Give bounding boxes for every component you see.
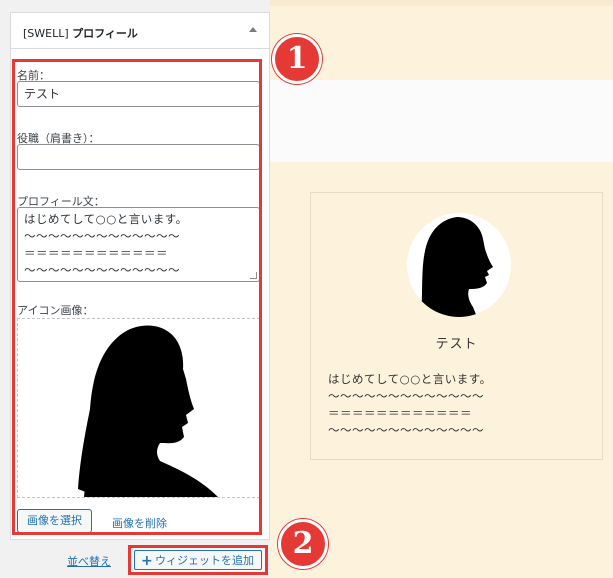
preview-area: テスト はじめてして○○と言います。 〜〜〜〜〜〜〜〜〜〜〜〜〜 ＝＝＝＝＝＝＝… — [270, 0, 613, 578]
textarea-line: 〜〜〜〜〜〜〜〜〜〜〜〜〜 — [24, 263, 180, 277]
silhouette-image — [78, 325, 218, 497]
reorder-link[interactable]: 並べ替え — [67, 553, 111, 569]
avatar-silhouette-image — [421, 217, 493, 317]
delete-image-button[interactable]: 画像を削除 — [112, 515, 167, 531]
profile-textarea[interactable]: はじめてして○○と言います。 〜〜〜〜〜〜〜〜〜〜〜〜〜 ＝＝＝＝＝＝＝＝＝＝＝… — [17, 207, 260, 282]
widget-title: [SWELL] プロフィール — [23, 25, 138, 41]
widget-header[interactable]: [SWELL] プロフィール — [11, 13, 269, 49]
avatar — [407, 213, 511, 317]
widget-title-main: プロフィール — [72, 27, 138, 40]
select-image-button[interactable]: 画像を選択 — [17, 509, 92, 533]
add-widget-button[interactable]: + ウィジェットを追加 — [128, 545, 268, 575]
add-widget-label: ウィジェットを追加 — [155, 554, 254, 567]
collapse-arrow-icon[interactable] — [249, 27, 257, 32]
widget-title-prefix: [SWELL] — [23, 27, 69, 40]
textarea-line: はじめてして○○と言います。 — [24, 212, 188, 226]
profile-text: はじめてして○○と言います。 〜〜〜〜〜〜〜〜〜〜〜〜〜 ＝＝＝＝＝＝＝＝＝＝＝… — [328, 371, 492, 439]
profile-text-line: はじめてして○○と言います。 — [328, 372, 492, 386]
badge-1: 1 — [272, 34, 322, 84]
badge-2: 2 — [278, 519, 328, 569]
widget-panel: [SWELL] プロフィール 名前： テスト 役職（肩書き）： プロフィール文：… — [0, 0, 270, 578]
icon-image-preview — [17, 318, 260, 498]
name-input[interactable]: テスト — [17, 81, 260, 107]
add-widget-inner: + ウィジェットを追加 — [134, 550, 262, 570]
profile-card: テスト はじめてして○○と言います。 〜〜〜〜〜〜〜〜〜〜〜〜〜 ＝＝＝＝＝＝＝… — [310, 192, 603, 460]
textarea-line: ＝＝＝＝＝＝＝＝＝＝＝＝ — [24, 246, 168, 260]
profile-text-line: ＝＝＝＝＝＝＝＝＝＝＝＝ — [328, 406, 472, 420]
resize-grip-icon[interactable] — [250, 272, 257, 279]
position-input[interactable] — [17, 144, 260, 170]
profile-text-line: 〜〜〜〜〜〜〜〜〜〜〜〜〜 — [328, 389, 484, 403]
profile-name: テスト — [435, 337, 478, 352]
plus-icon: + — [141, 553, 153, 569]
preview-white-band — [270, 80, 613, 162]
profile-text-line: 〜〜〜〜〜〜〜〜〜〜〜〜〜 — [328, 423, 484, 437]
icon-image-label: アイコン画像： — [17, 304, 94, 317]
textarea-line: 〜〜〜〜〜〜〜〜〜〜〜〜〜 — [24, 229, 180, 243]
preview-band — [270, 0, 613, 6]
